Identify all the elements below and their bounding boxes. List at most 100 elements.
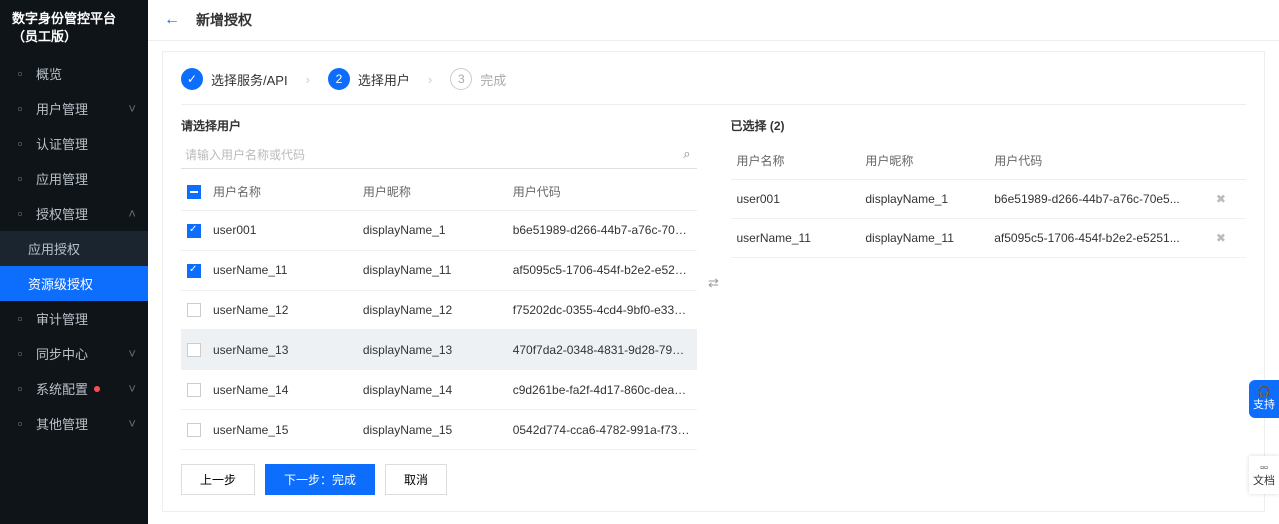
chevron-down-icon: ˅ bbox=[128, 381, 136, 396]
chevron-down-icon: ˅ bbox=[128, 416, 136, 431]
cell-nickname: displayName_14 bbox=[357, 370, 507, 410]
cell-nickname: displayName_11 bbox=[357, 250, 507, 290]
row-checkbox[interactable] bbox=[187, 303, 201, 317]
search-input[interactable] bbox=[181, 142, 697, 169]
sidebar-item-label: 概览 bbox=[36, 64, 62, 83]
sidebar-item-认证管理[interactable]: ▫ 认证管理 bbox=[0, 126, 148, 161]
key-icon: ▫ bbox=[12, 206, 28, 222]
sidebar-item-应用授权[interactable]: 应用授权 bbox=[0, 231, 148, 266]
sidebar-item-资源级授权[interactable]: 资源级授权 bbox=[0, 266, 148, 301]
table-row[interactable]: userName_13displayName_13470f7da2-0348-4… bbox=[181, 330, 697, 370]
sidebar-item-label: 系统配置 bbox=[36, 379, 88, 398]
col-name: 用户名称 bbox=[731, 142, 860, 180]
sidebar-item-其他管理[interactable]: ▫其他管理˅ bbox=[0, 406, 148, 441]
chevron-right-icon: › bbox=[306, 72, 310, 87]
sidebar-item-授权管理[interactable]: ▫ 授权管理 ˄ bbox=[0, 196, 148, 231]
support-button[interactable]: 🎧 支持 bbox=[1249, 380, 1279, 418]
chevron-down-icon: ˅ bbox=[128, 101, 136, 116]
chevron-down-icon: ˅ bbox=[128, 346, 136, 361]
col-nickname: 用户昵称 bbox=[859, 142, 988, 180]
select-all-checkbox[interactable] bbox=[187, 185, 201, 199]
cell-name: userName_11 bbox=[731, 219, 860, 258]
cell-nickname: displayName_12 bbox=[357, 290, 507, 330]
sidebar-item-同步中心[interactable]: ▫同步中心˅ bbox=[0, 336, 148, 371]
row-checkbox[interactable] bbox=[187, 383, 201, 397]
step-1[interactable]: 选择服务/API bbox=[181, 68, 288, 90]
doc-label: 文档 bbox=[1249, 475, 1279, 488]
table-row[interactable]: userName_11displayName_11af5095c5-1706-4… bbox=[731, 219, 1247, 258]
app-title: 数字身份管控平台（员工版） bbox=[0, 0, 148, 56]
cell-name: userName_15 bbox=[207, 410, 357, 450]
cell-name: userName_13 bbox=[207, 330, 357, 370]
cell-code: f75202dc-0355-4cd4-9bf0-e33807... bbox=[507, 290, 697, 330]
sidebar: 数字身份管控平台（员工版） ▫ 概览 ▫ 用户管理 ˅ ▫ 认证管理 ▫ 应用管理 ▫ 授权管理 ˄ 应… bbox=[0, 0, 148, 524]
remove-icon[interactable]: ✖ bbox=[1216, 192, 1226, 206]
cell-code: 470f7da2-0348-4831-9d28-79b51... bbox=[507, 330, 697, 370]
col-code: 用户代码 bbox=[988, 142, 1210, 180]
back-icon[interactable]: ← bbox=[164, 11, 180, 29]
sidebar-item-审计管理[interactable]: ▫审计管理 bbox=[0, 301, 148, 336]
selected-panel: 已选择 (2) 用户名称 用户昵称 用户代码 user001displayNam… bbox=[731, 117, 1247, 450]
col-name: 用户名称 bbox=[207, 173, 357, 211]
sidebar-item-label: 用户管理 bbox=[36, 99, 88, 118]
prev-button[interactable]: 上一步 bbox=[181, 464, 255, 495]
cell-code: af5095c5-1706-454f-b2e2-e52518... bbox=[507, 250, 697, 290]
sidebar-item-label: 授权管理 bbox=[36, 204, 88, 223]
sidebar-item-label: 应用管理 bbox=[36, 169, 88, 188]
cell-code: af5095c5-1706-454f-b2e2-e5251... bbox=[988, 219, 1210, 258]
cell-name: userName_11 bbox=[207, 250, 357, 290]
grid-icon: ▫ bbox=[12, 66, 28, 82]
panel-title: 已选择 (2) bbox=[731, 117, 1247, 134]
step-3: 3 完成 bbox=[450, 68, 506, 90]
cell-name: userName_12 bbox=[207, 290, 357, 330]
row-checkbox[interactable] bbox=[187, 264, 201, 278]
row-checkbox[interactable] bbox=[187, 423, 201, 437]
sidebar-item-系统配置[interactable]: ▫系统配置˅ bbox=[0, 371, 148, 406]
doc-button[interactable]: ▫▫ 文档 bbox=[1249, 456, 1279, 494]
step-2-number: 2 bbox=[328, 68, 350, 90]
sidebar-item-label: 审计管理 bbox=[36, 309, 88, 328]
cell-code: c9d261be-fa2f-4d17-860c-deacbb... bbox=[507, 370, 697, 410]
page-title: 新增授权 bbox=[196, 10, 252, 30]
row-checkbox[interactable] bbox=[187, 343, 201, 357]
panel-title: 请选择用户 bbox=[181, 117, 697, 134]
shield-icon: ▫ bbox=[12, 136, 28, 152]
cell-code: b6e51989-d266-44b7-a76c-70e56... bbox=[507, 211, 697, 251]
transfer-icon: ⇄ bbox=[697, 117, 731, 450]
monitor-icon: ▫ bbox=[12, 346, 28, 362]
sidebar-item-应用管理[interactable]: ▫ 应用管理 bbox=[0, 161, 148, 196]
row-checkbox[interactable] bbox=[187, 224, 201, 238]
alert-dot-icon bbox=[94, 386, 100, 392]
chevron-up-icon: ˄ bbox=[128, 206, 136, 221]
sidebar-item-概览[interactable]: ▫ 概览 bbox=[0, 56, 148, 91]
transfer: 请选择用户 ⌕ 用户名称 用户昵称 用户代码 user001displayNam… bbox=[181, 117, 1246, 450]
table-row[interactable]: user001displayName_1b6e51989-d266-44b7-a… bbox=[731, 180, 1247, 219]
remove-icon[interactable]: ✖ bbox=[1216, 231, 1226, 245]
apps-icon: ▫ bbox=[12, 171, 28, 187]
user-select-panel: 请选择用户 ⌕ 用户名称 用户昵称 用户代码 user001displayNam… bbox=[181, 117, 697, 450]
next-button[interactable]: 下一步：完成 bbox=[265, 464, 375, 495]
cell-nickname: displayName_1 bbox=[357, 211, 507, 251]
table-row[interactable]: userName_15displayName_150542d774-cca6-4… bbox=[181, 410, 697, 450]
cell-name: userName_14 bbox=[207, 370, 357, 410]
cell-code: b6e51989-d266-44b7-a76c-70e5... bbox=[988, 180, 1210, 219]
table-row[interactable]: userName_14displayName_14c9d261be-fa2f-4… bbox=[181, 370, 697, 410]
cell-nickname: displayName_13 bbox=[357, 330, 507, 370]
selected-table: 用户名称 用户昵称 用户代码 user001displayName_1b6e51… bbox=[731, 142, 1247, 258]
table-row[interactable]: userName_11displayName_11af5095c5-1706-4… bbox=[181, 250, 697, 290]
footer-actions: 上一步 下一步：完成 取消 bbox=[181, 450, 1246, 495]
support-label: 支持 bbox=[1249, 399, 1279, 412]
content: 选择服务/API › 2 选择用户 › 3 完成 请选择用户 bbox=[162, 51, 1265, 512]
table-row[interactable]: userName_12displayName_12f75202dc-0355-4… bbox=[181, 290, 697, 330]
cancel-button[interactable]: 取消 bbox=[385, 464, 447, 495]
sidebar-item-label: 认证管理 bbox=[36, 134, 88, 153]
table-row[interactable]: user001displayName_1b6e51989-d266-44b7-a… bbox=[181, 211, 697, 251]
cell-nickname: displayName_1 bbox=[859, 180, 988, 219]
sidebar-item-用户管理[interactable]: ▫ 用户管理 ˅ bbox=[0, 91, 148, 126]
step-3-number: 3 bbox=[450, 68, 472, 90]
check-icon bbox=[181, 68, 203, 90]
cell-nickname: displayName_11 bbox=[859, 219, 988, 258]
search-icon[interactable]: ⌕ bbox=[683, 146, 690, 162]
user-icon: ▫ bbox=[12, 101, 28, 117]
step-2[interactable]: 2 选择用户 bbox=[328, 68, 410, 90]
